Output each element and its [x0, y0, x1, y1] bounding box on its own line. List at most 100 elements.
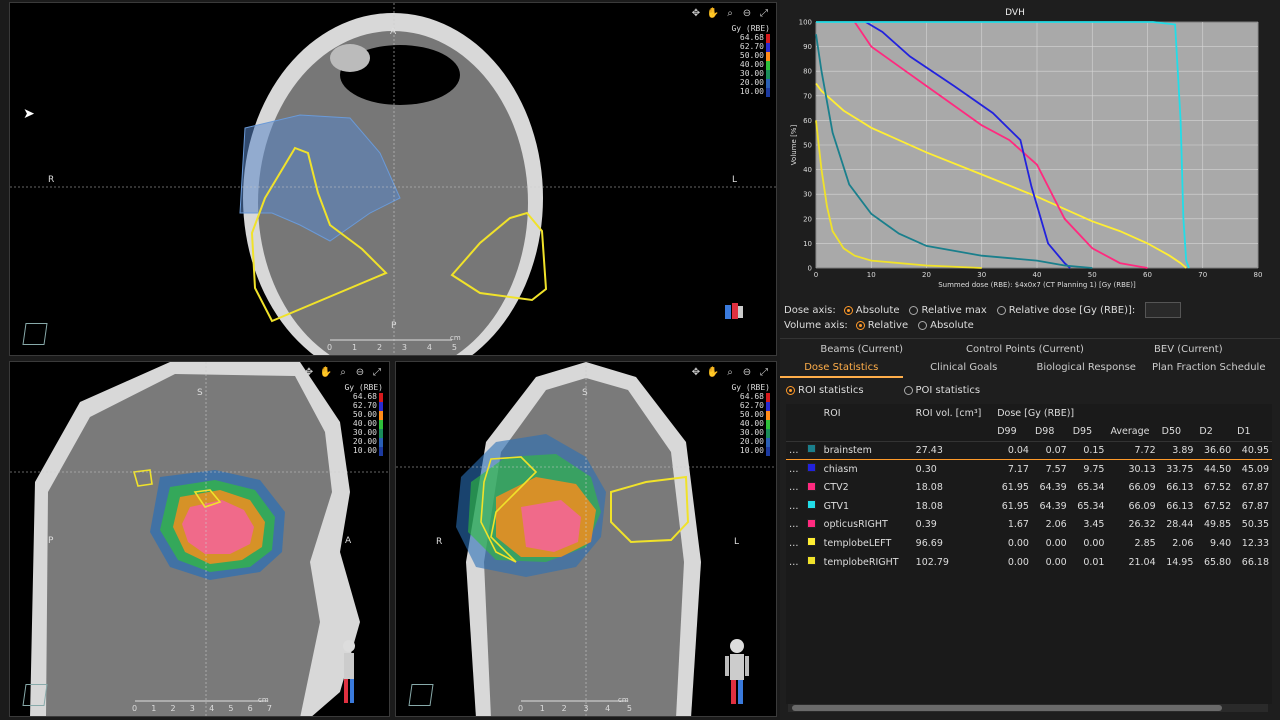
dvh-y-tick-label: 70 [803, 92, 812, 100]
dvh-x-tick-label: 20 [922, 271, 931, 279]
horizontal-scrollbar[interactable] [788, 704, 1268, 712]
orientation-cube-icon[interactable] [22, 323, 48, 345]
coronal-view[interactable]: S R L 0 1 2 3 4 5 cm ✥ ✋ ⌕ ⊖ ⤢ Gy (RBE) 64.68 6… [395, 361, 777, 717]
dose-axis-absolute-radio[interactable]: Absolute [843, 305, 899, 316]
colorbar-swatch [379, 401, 383, 411]
table-row[interactable]: … GTV1 18.08 61.95 64.39 65.34 66.09 66.13 67.52… [786, 497, 1272, 516]
orientation-cube-icon[interactable] [22, 684, 48, 706]
col-d98[interactable]: D98 [1032, 423, 1070, 442]
table-row[interactable]: … opticusRIGHT 0.39 1.67 2.06 3.45 26.32 28.44 4… [786, 516, 1272, 535]
row-menu-icon[interactable]: … [786, 460, 804, 479]
table-row[interactable]: … CTV2 18.08 61.95 64.39 65.34 66.09 66.13 67.52… [786, 478, 1272, 497]
table-row[interactable]: … chiasm 0.30 7.17 7.57 9.75 30.13 33.75 44.50 45… [786, 460, 1272, 479]
table-row[interactable]: … templobeRIGHT 102.79 0.00 0.00 0.01 21.04 14.… [786, 553, 1272, 572]
dvh-y-tick-label: 30 [803, 191, 812, 199]
tab-dose-statistics[interactable]: Dose Statistics [780, 362, 903, 378]
roi-color-swatch [804, 553, 821, 572]
tab-plan-fraction-schedule[interactable]: Plan Fraction Schedule [1148, 362, 1271, 378]
colorbar-swatch [766, 419, 770, 429]
zoom-out-icon[interactable]: ⊖ [741, 366, 753, 378]
top-tab-bar: Beams (Current) Control Points (Current)… [780, 344, 1270, 355]
dose-value: 3.45 [1083, 519, 1105, 531]
col-average[interactable]: Average [1107, 423, 1158, 442]
row-menu-icon[interactable]: … [786, 497, 804, 516]
row-menu-icon[interactable]: … [786, 516, 804, 535]
dose-value: 44.50 [1203, 463, 1232, 475]
col-roi[interactable]: ROI [821, 404, 913, 423]
dvh-y-tick-label: 40 [803, 166, 812, 174]
fullscreen-icon[interactable]: ⤢ [758, 366, 770, 378]
zoom-out-icon[interactable]: ⊖ [741, 7, 753, 19]
dvh-chart[interactable]: 0 10 20 30 40 50 60 70 80 0 10 20 30 40 50 60 70 80 90 100 S… [784, 0, 1274, 296]
row-menu-icon[interactable]: … [786, 478, 804, 497]
col-d50[interactable]: D50 [1159, 423, 1197, 442]
col-d99[interactable]: D99 [994, 423, 1032, 442]
colorbar-swatch [766, 78, 770, 88]
pan-hand-icon[interactable]: ✥ [690, 366, 702, 378]
dose-value: 0.01 [1083, 556, 1105, 568]
colorbar-swatch [766, 401, 770, 411]
col-d1[interactable]: D1 [1234, 423, 1272, 442]
roi-volume: 0.39 [915, 519, 937, 531]
volume-axis-relative-radio[interactable]: Relative [855, 320, 908, 331]
zoom-icon[interactable]: ⌕ [724, 366, 736, 378]
dvh-y-tick-label: 20 [803, 215, 812, 223]
tab-clinical-goals[interactable]: Clinical Goals [903, 362, 1026, 378]
scale-unit: cm [258, 696, 269, 704]
relative-dose-input[interactable] [1145, 302, 1182, 318]
roi-volume: 96.69 [915, 537, 943, 549]
dose-value: 66.13 [1166, 482, 1194, 494]
colorbar-swatch [766, 410, 770, 420]
orientation-cube-icon[interactable] [408, 684, 434, 706]
col-d2[interactable]: D2 [1196, 423, 1234, 442]
pan-hand-icon[interactable]: ✥ [690, 7, 702, 19]
scale-tick-label: 3 [583, 704, 589, 713]
dose-value: 2.06 [1172, 537, 1194, 549]
roi-color-swatch [804, 441, 821, 460]
scale-tick-label: 1 [351, 343, 358, 352]
scale-tick-label: 4 [426, 343, 432, 352]
orient-superior: S [197, 388, 203, 398]
dose-axis-row: Dose axis: Absolute Relative max Relativ… [784, 302, 1182, 318]
right-panel: DVH 0 10 20 30 40 50 60 70 80 0 10 20 30 40 50 60 70 80 90… [780, 0, 1280, 720]
col-roi-vol[interactable]: ROI vol. [cm³] [913, 404, 995, 423]
grab-icon[interactable]: ✋ [707, 366, 719, 378]
zoom-out-icon[interactable]: ⊖ [354, 366, 366, 378]
dvh-x-tick-label: 70 [1198, 271, 1207, 279]
volume-axis-absolute-radio[interactable]: Absolute [918, 320, 974, 331]
table-row[interactable]: … brainstem 27.43 0.04 0.07 0.15 7.72 3.89 36.60… [786, 441, 1272, 460]
dvh-y-axis-label: Volume [%] [790, 125, 798, 166]
grab-icon[interactable]: ✋ [320, 366, 332, 378]
dvh-x-tick-label: 40 [1033, 271, 1042, 279]
dose-value: 66.13 [1166, 500, 1194, 512]
tab-biological-response[interactable]: Biological Response [1025, 362, 1148, 378]
volume-axis-label: Volume axis: [784, 320, 848, 331]
fullscreen-icon[interactable]: ⤢ [371, 366, 383, 378]
grab-icon[interactable]: ✋ [707, 7, 719, 19]
zoom-icon[interactable]: ⌕ [337, 366, 349, 378]
roi-statistics-radio[interactable]: ROI statistics [786, 385, 864, 396]
poi-statistics-radio[interactable]: POI statistics [903, 385, 980, 396]
sagittal-view[interactable]: S P A 0 1 2 3 4 5 6 7 cm ✥ ✋ ⌕ ⊖ ⤢ Gy (RBE) 64.6… [9, 361, 390, 717]
scale-tick-label: 4 [209, 704, 215, 713]
table-row[interactable]: … templobeLEFT 96.69 0.00 0.00 0.00 2.85 2.06 9.… [786, 534, 1272, 553]
tab-beams[interactable]: Beams (Current) [780, 344, 943, 355]
col-d95[interactable]: D95 [1070, 423, 1108, 442]
row-menu-icon[interactable]: … [786, 553, 804, 572]
fullscreen-icon[interactable]: ⤢ [758, 7, 770, 19]
tab-control-points[interactable]: Control Points (Current) [943, 344, 1106, 355]
colorbar-swatch [766, 42, 770, 52]
dose-axis-relative-max-radio[interactable]: Relative max [909, 305, 987, 316]
dose-colorbar: Gy (RBE) 64.68 62.70 50.00 40.00 30.00 20.00 10… [344, 383, 383, 456]
dose-value: 65.34 [1077, 500, 1105, 512]
axial-view[interactable]: A R L P 0 1 2 3 4 5 cm ✥ ✋ ⌕ ⊖ ⤢ Gy (RBE) 64.6… [9, 2, 777, 356]
scale-tick-label: 5 [228, 704, 234, 713]
scrollbar-thumb[interactable] [792, 705, 1222, 711]
row-menu-icon[interactable]: … [786, 534, 804, 553]
dose-axis-relative-dose-radio[interactable]: Relative dose [Gy (RBE)]: [996, 305, 1135, 316]
row-menu-icon[interactable]: … [786, 441, 804, 460]
zoom-icon[interactable]: ⌕ [724, 7, 736, 19]
pan-hand-icon[interactable]: ✥ [303, 366, 315, 378]
tab-bev[interactable]: BEV (Current) [1107, 344, 1270, 355]
dvh-x-tick-label: 0 [814, 271, 818, 279]
